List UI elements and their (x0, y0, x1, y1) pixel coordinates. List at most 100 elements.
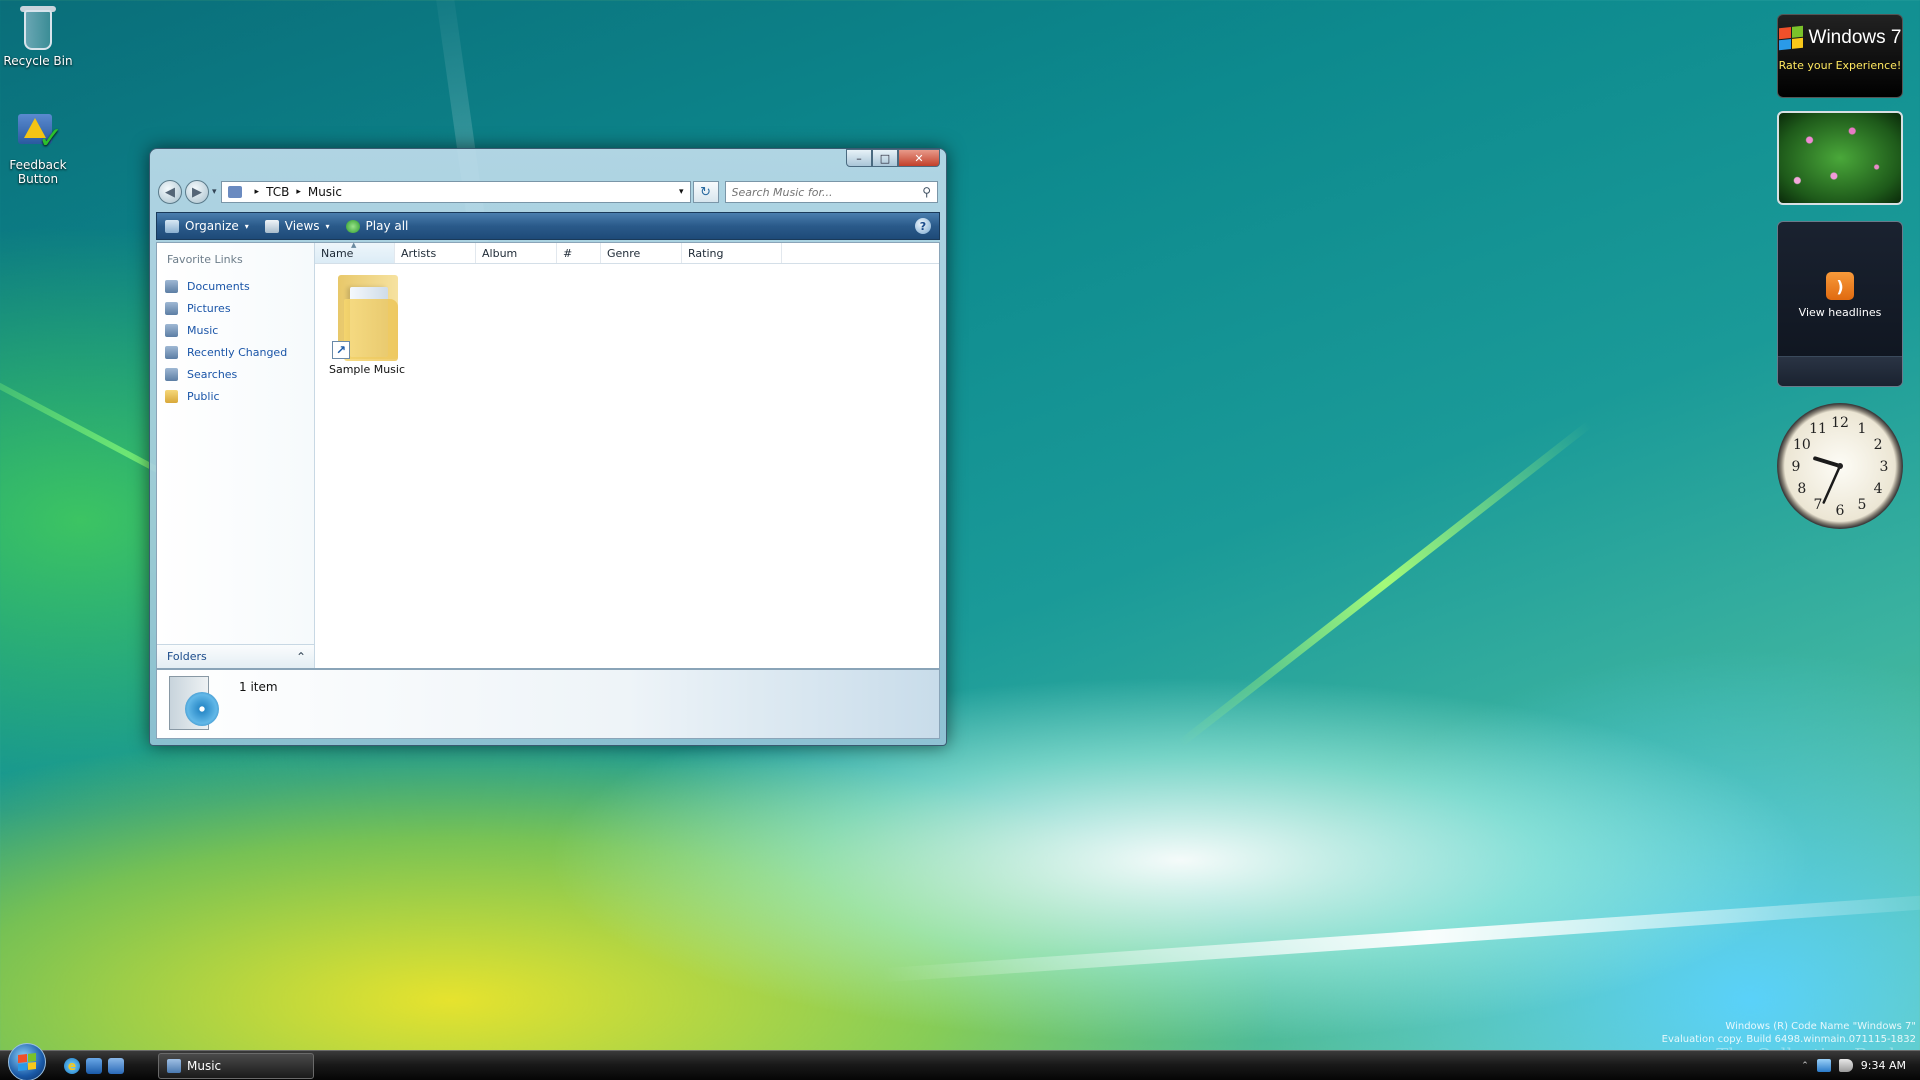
folders-toggle[interactable]: Folders ⌃ (157, 644, 314, 668)
clock-time[interactable]: 9:34 AM (1861, 1059, 1906, 1072)
clock-hour-hand (1813, 456, 1842, 468)
column-header-name[interactable]: ▲ Name (315, 241, 395, 263)
address-bar[interactable]: ▸ TCB ▸ Music ▾ (220, 181, 691, 203)
clock-numeral: 7 (1814, 497, 1823, 513)
feed-strip (1778, 356, 1902, 386)
nav-link-searches[interactable]: Searches (157, 363, 314, 385)
clock-numeral: 4 (1874, 481, 1883, 497)
maximize-button[interactable]: □ (872, 149, 898, 167)
breadcrumb-separator[interactable]: ▸ (255, 187, 260, 197)
windows7-gadget[interactable]: Windows 7 Rate your Experience! (1777, 14, 1903, 98)
minimize-button[interactable]: – (846, 149, 872, 167)
feed-headlines-gadget[interactable]: ) View headlines (1777, 221, 1903, 387)
folders-label: Folders (167, 650, 207, 663)
desktop-icon-feedback-button[interactable]: ✓ Feedback Button (0, 108, 78, 186)
music-library-icon (167, 674, 221, 732)
rate-experience-link[interactable]: Rate your Experience! (1778, 59, 1902, 72)
clock-numeral: 11 (1809, 421, 1827, 437)
breadcrumb-music[interactable]: Music (308, 185, 342, 199)
gadget-title: Windows 7 (1808, 27, 1902, 48)
column-header-label: Artists (401, 246, 437, 260)
nav-link-label: Searches (187, 367, 238, 381)
address-row: ◀ ▶ ▾ ▸ TCB ▸ Music ▾ ↻ ⚲ (158, 179, 938, 205)
column-header-label: Name (321, 246, 354, 260)
column-header-number[interactable]: # (557, 243, 601, 263)
refresh-button[interactable]: ↻ (692, 181, 719, 203)
clock-numeral: 5 (1858, 497, 1867, 513)
clock-numeral: 10 (1793, 437, 1811, 453)
navigation-pane: Favorite Links Documents Pictures Music … (157, 243, 315, 668)
search-icon[interactable]: ⚲ (922, 185, 931, 199)
clock-face: 12 12 3 45678 9 1011 (1792, 415, 1889, 519)
internet-explorer-icon[interactable]: e (64, 1057, 80, 1074)
documents-icon (165, 279, 178, 293)
shortcut-arrow-icon: ↗ (332, 341, 350, 359)
file-item-sample-music[interactable]: ↗ Sample Music (323, 269, 411, 376)
item-count: 1 item (239, 680, 278, 694)
column-header-artists[interactable]: Artists (395, 243, 476, 263)
taskbar-button-music[interactable]: Music (158, 1052, 314, 1079)
play-icon (345, 219, 360, 233)
views-label: Views (284, 219, 320, 233)
organize-icon (165, 219, 179, 233)
desktop-icon-recycle-bin[interactable]: Recycle Bin (0, 4, 78, 68)
search-input[interactable] (731, 185, 923, 199)
nav-link-label: Music (187, 323, 219, 337)
chevron-down-icon: ▾ (325, 221, 330, 231)
favorite-links-heading: Favorite Links (167, 253, 243, 266)
nav-link-music[interactable]: Music (157, 319, 314, 341)
content-area: Favorite Links Documents Pictures Music … (156, 241, 940, 669)
chevron-up-icon: ⌃ (295, 649, 306, 664)
nav-link-public[interactable]: Public (157, 385, 314, 407)
network-icon[interactable] (1816, 1059, 1831, 1072)
column-header-rating[interactable]: Rating (682, 243, 782, 263)
windows-flag-icon (1778, 25, 1803, 51)
back-button[interactable]: ◀ (158, 180, 182, 204)
close-button[interactable]: ✕ (898, 149, 940, 167)
public-folder-icon (165, 389, 178, 403)
volume-icon[interactable] (1838, 1059, 1853, 1072)
column-header-label: Rating (688, 246, 724, 260)
column-header-label: Genre (607, 246, 641, 260)
column-header-row: ▲ Name Artists Album # Genre Rating (315, 241, 939, 264)
column-header-album[interactable]: Album (476, 243, 557, 263)
windows-flag-icon (18, 1052, 36, 1071)
help-button[interactable]: ? (915, 218, 931, 234)
watermark-line: Windows (R) Code Name "Windows 7" (1725, 1021, 1916, 1032)
clock-numeral: 3 (1880, 459, 1889, 475)
switch-windows-icon[interactable] (108, 1057, 124, 1074)
start-button[interactable] (8, 1042, 46, 1080)
nav-link-documents[interactable]: Documents (157, 275, 314, 297)
clock-minute-hand (1822, 464, 1842, 504)
music-folder-icon (227, 186, 242, 198)
forward-button[interactable]: ▶ (185, 180, 209, 204)
favorite-links-list: Documents Pictures Music Recently Change… (157, 275, 314, 407)
command-bar: Organize ▾ Views ▾ Play all ? (156, 212, 940, 240)
breadcrumb-tcb[interactable]: TCB (266, 185, 289, 199)
taskbar-button-label: Music (187, 1058, 222, 1073)
details-pane: 1 item (156, 669, 940, 739)
column-header-label: # (563, 246, 573, 260)
searches-icon (165, 367, 178, 381)
clock-numeral: 12 (1831, 415, 1849, 431)
tray-expand-chevron[interactable]: ⌃ (1801, 1061, 1809, 1071)
music-folder-shortcut-icon: ↗ (332, 269, 402, 361)
show-desktop-icon[interactable] (86, 1057, 102, 1074)
nav-link-pictures[interactable]: Pictures (157, 297, 314, 319)
nav-link-label: Pictures (187, 301, 231, 315)
views-icon (264, 219, 279, 233)
slideshow-gadget[interactable] (1777, 111, 1903, 205)
desktop-icon-label: Feedback Button (9, 158, 67, 186)
nav-link-recently-changed[interactable]: Recently Changed (157, 341, 314, 363)
views-button[interactable]: Views ▾ (264, 219, 330, 233)
clock-gadget[interactable]: 12 1 2 3 4 5 6 7 8 9 10 11 (1777, 403, 1903, 529)
rss-icon: ) (1826, 272, 1854, 300)
view-headlines-label[interactable]: View headlines (1778, 306, 1902, 319)
column-header-genre[interactable]: Genre (601, 243, 682, 263)
clock-numeral: 2 (1874, 437, 1883, 453)
organize-button[interactable]: Organize ▾ (165, 219, 249, 233)
play-all-button[interactable]: Play all (345, 219, 408, 233)
address-dropdown-icon[interactable]: ▾ (679, 187, 684, 197)
breadcrumb-separator[interactable]: ▸ (296, 187, 301, 197)
recent-pages-dropdown[interactable]: ▾ (212, 187, 217, 197)
